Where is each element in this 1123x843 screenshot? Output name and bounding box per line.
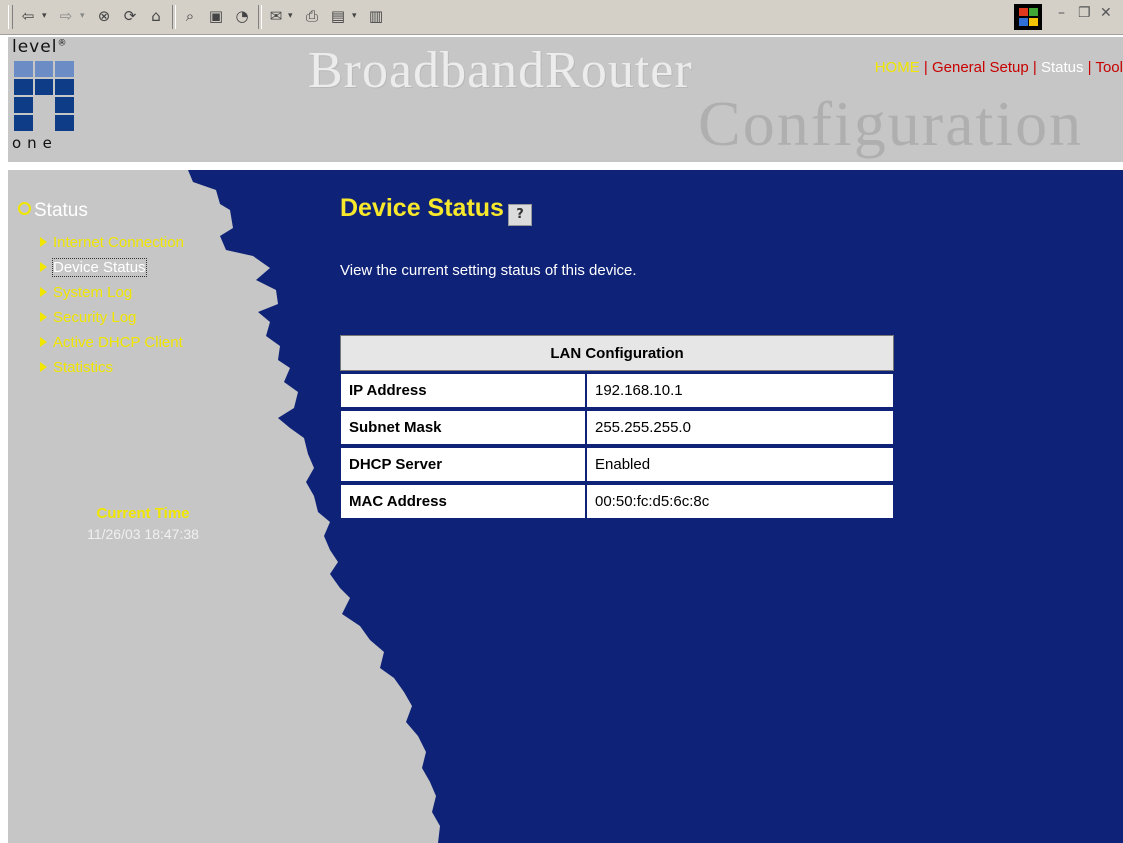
ip-address-label: IP Address — [340, 371, 586, 408]
top-navigation: HOME | General Setup | Status | Tool — [874, 59, 1123, 76]
levelone-logo: level® one — [8, 37, 104, 159]
sidebar: Status Internet Connection Device Status… — [8, 170, 308, 843]
edit-icon[interactable]: ▤ — [328, 6, 348, 26]
arrow-right-icon — [40, 287, 47, 297]
current-time-label: Current Time — [96, 505, 190, 522]
banner-title: BroadbandRouter — [308, 42, 693, 99]
history-icon[interactable]: ◔ — [232, 6, 252, 26]
page-description: View the current setting status of this … — [340, 262, 637, 279]
forward-icon[interactable]: ⇨ — [56, 6, 76, 26]
refresh-icon[interactable]: ⟳ — [120, 6, 140, 26]
mail-icon[interactable]: ✉ — [266, 6, 286, 26]
toolbar-separator — [258, 5, 262, 29]
browser-toolbar: ⇦ ▾ ⇨ ▾ ⊗ ⟳ ⌂ ⌕ ▣ ◔ ✉ ▾ ⎙ ▤ ▾ ▥ – ❐ ✕ — [0, 0, 1123, 35]
table-row: IP Address 192.168.10.1 — [340, 371, 894, 408]
help-icon[interactable]: ? — [507, 204, 532, 226]
dhcp-server-value: Enabled — [586, 445, 894, 482]
main-area: Status Internet Connection Device Status… — [8, 170, 1123, 843]
page-title: Device Status? — [340, 194, 532, 226]
logo-text-bottom: one — [12, 134, 58, 152]
restore-icon[interactable]: ❐ — [1078, 5, 1091, 21]
home-icon[interactable]: ⌂ — [146, 6, 166, 26]
sidebar-item-statistics[interactable]: Statistics — [40, 359, 113, 376]
table-row: MAC Address 00:50:fc:d5:6c:8c — [340, 482, 894, 519]
sidebar-item-internet-connection[interactable]: Internet Connection — [40, 234, 184, 251]
nav-status-link[interactable]: Status — [1041, 59, 1084, 76]
arrow-right-icon — [40, 337, 47, 347]
ip-address-value: 192.168.10.1 — [586, 371, 894, 408]
nav-general-setup-link[interactable]: General Setup — [932, 59, 1029, 76]
table-row: DHCP Server Enabled — [340, 445, 894, 482]
sidebar-item-security-log[interactable]: Security Log — [40, 309, 136, 326]
status-ring-icon — [18, 202, 31, 215]
minimize-icon[interactable]: – — [1058, 5, 1065, 21]
search-icon[interactable]: ⌕ — [180, 6, 200, 26]
current-time-value: 11/26/03 18:47:38 — [87, 526, 199, 542]
sidebar-item-active-dhcp-client[interactable]: Active DHCP Client — [40, 334, 183, 351]
content-panel: Device Status? View the current setting … — [338, 170, 1118, 843]
mac-address-value: 00:50:fc:d5:6c:8c — [586, 482, 894, 519]
dhcp-server-label: DHCP Server — [340, 445, 586, 482]
logo-grid — [14, 61, 74, 131]
favorites-icon[interactable]: ▣ — [206, 6, 226, 26]
subnet-mask-value: 255.255.255.0 — [586, 408, 894, 445]
forward-dropdown-icon[interactable]: ▾ — [80, 6, 85, 26]
print-icon[interactable]: ⎙ — [302, 6, 322, 26]
mail-dropdown-icon[interactable]: ▾ — [288, 6, 293, 26]
toolbar-grip[interactable] — [8, 5, 13, 29]
close-icon[interactable]: ✕ — [1100, 5, 1112, 21]
stop-icon[interactable]: ⊗ — [94, 6, 114, 26]
arrow-right-icon — [40, 237, 47, 247]
sidebar-item-system-log[interactable]: System Log — [40, 284, 132, 301]
back-dropdown-icon[interactable]: ▾ — [42, 6, 47, 26]
arrow-right-icon — [40, 262, 47, 272]
nav-tool-link[interactable]: Tool — [1095, 59, 1123, 76]
table-header: LAN Configuration — [340, 335, 894, 371]
toolbar-separator — [172, 5, 176, 29]
sidebar-title: Status — [18, 200, 88, 222]
logo-text-top: level® — [12, 37, 68, 57]
header-banner: level® one Configuration BroadbandRouter… — [8, 37, 1123, 162]
banner-background-word: Configuration — [698, 88, 1084, 159]
arrow-right-icon — [40, 312, 47, 322]
table-row: Subnet Mask 255.255.255.0 — [340, 408, 894, 445]
discuss-icon[interactable]: ▥ — [366, 6, 386, 26]
lan-configuration-table: LAN Configuration IP Address 192.168.10.… — [340, 335, 894, 519]
windows-logo-icon — [1014, 4, 1042, 30]
arrow-right-icon — [40, 362, 47, 372]
edit-dropdown-icon[interactable]: ▾ — [352, 6, 357, 26]
sidebar-item-device-status[interactable]: Device Status — [40, 258, 147, 277]
nav-home-link[interactable]: HOME — [875, 59, 920, 76]
back-icon[interactable]: ⇦ — [18, 6, 38, 26]
subnet-mask-label: Subnet Mask — [340, 408, 586, 445]
mac-address-label: MAC Address — [340, 482, 586, 519]
